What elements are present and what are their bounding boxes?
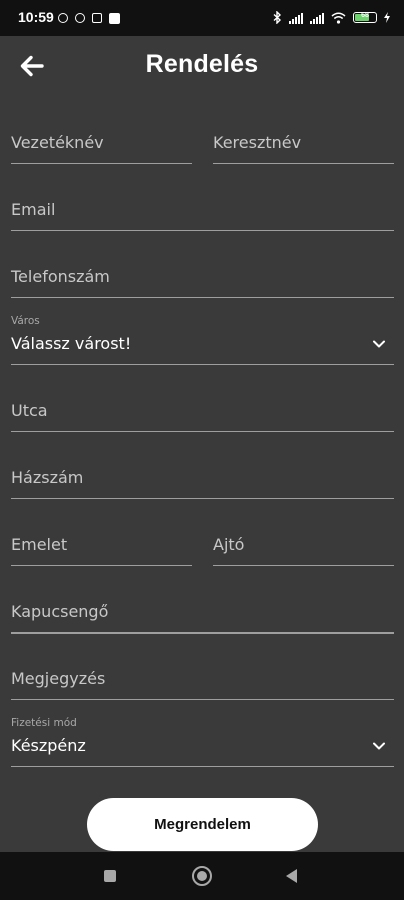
submit-order-button[interactable]: Megrendelem — [87, 798, 318, 851]
battery-percent: 68 — [361, 12, 369, 19]
signal-icon — [289, 12, 303, 24]
floor-field[interactable]: Emelet — [11, 524, 192, 566]
last-name-placeholder: Vezetéknév — [11, 133, 104, 152]
city-value: Válassz várost! — [11, 334, 132, 353]
payment-method-value: Készpénz — [11, 736, 86, 755]
alarm-icon — [58, 13, 68, 23]
door-field[interactable]: Ajtó — [213, 524, 394, 566]
street-placeholder: Utca — [11, 401, 48, 420]
phone-placeholder: Telefonszám — [11, 267, 110, 286]
status-right-icons: 68 — [273, 11, 390, 24]
app-icon — [75, 13, 85, 23]
door-placeholder: Ajtó — [213, 535, 245, 554]
payment-method-select[interactable]: Fizetési mód Készpénz — [11, 717, 394, 767]
note-field[interactable]: Megjegyzés — [11, 658, 394, 700]
notification-icon — [109, 13, 120, 24]
payment-method-label: Fizetési mód — [11, 717, 77, 729]
signal-icon — [310, 12, 324, 24]
first-name-placeholder: Keresztnév — [213, 133, 302, 152]
order-screen: 10:59 68 Rendelés Vezetéknév Keresztnév … — [0, 0, 404, 900]
house-number-field[interactable]: Házszám — [11, 457, 394, 499]
recent-apps-icon[interactable] — [104, 870, 116, 882]
first-name-field[interactable]: Keresztnév — [213, 122, 394, 164]
email-placeholder: Email — [11, 200, 56, 219]
street-field[interactable]: Utca — [11, 390, 394, 432]
battery-icon: 68 — [353, 12, 377, 23]
back-icon[interactable] — [286, 869, 297, 883]
house-number-placeholder: Házszám — [11, 468, 84, 487]
last-name-field[interactable]: Vezetéknév — [11, 122, 192, 164]
doorbell-placeholder: Kapucsengő — [11, 602, 109, 621]
city-select[interactable]: Város Válassz várost! — [11, 315, 394, 365]
charging-icon — [384, 12, 390, 23]
gmail-icon — [92, 13, 102, 23]
doorbell-field[interactable]: Kapucsengő — [11, 591, 394, 634]
email-field[interactable]: Email — [11, 189, 394, 231]
system-nav-bar — [0, 852, 404, 900]
floor-placeholder: Emelet — [11, 535, 68, 554]
status-time: 10:59 — [18, 9, 54, 25]
status-left-icons — [58, 13, 120, 24]
wifi-icon — [331, 12, 346, 24]
app-header: Rendelés — [0, 36, 404, 98]
chevron-down-icon — [373, 742, 385, 750]
page-title: Rendelés — [145, 50, 259, 78]
status-bar: 10:59 68 — [0, 0, 404, 36]
chevron-down-icon — [373, 340, 385, 348]
home-icon[interactable] — [192, 866, 212, 886]
note-placeholder: Megjegyzés — [11, 669, 106, 688]
bluetooth-icon — [273, 11, 282, 24]
submit-order-label: Megrendelem — [154, 816, 251, 833]
city-label: Város — [11, 315, 40, 327]
phone-field[interactable]: Telefonszám — [11, 256, 394, 298]
